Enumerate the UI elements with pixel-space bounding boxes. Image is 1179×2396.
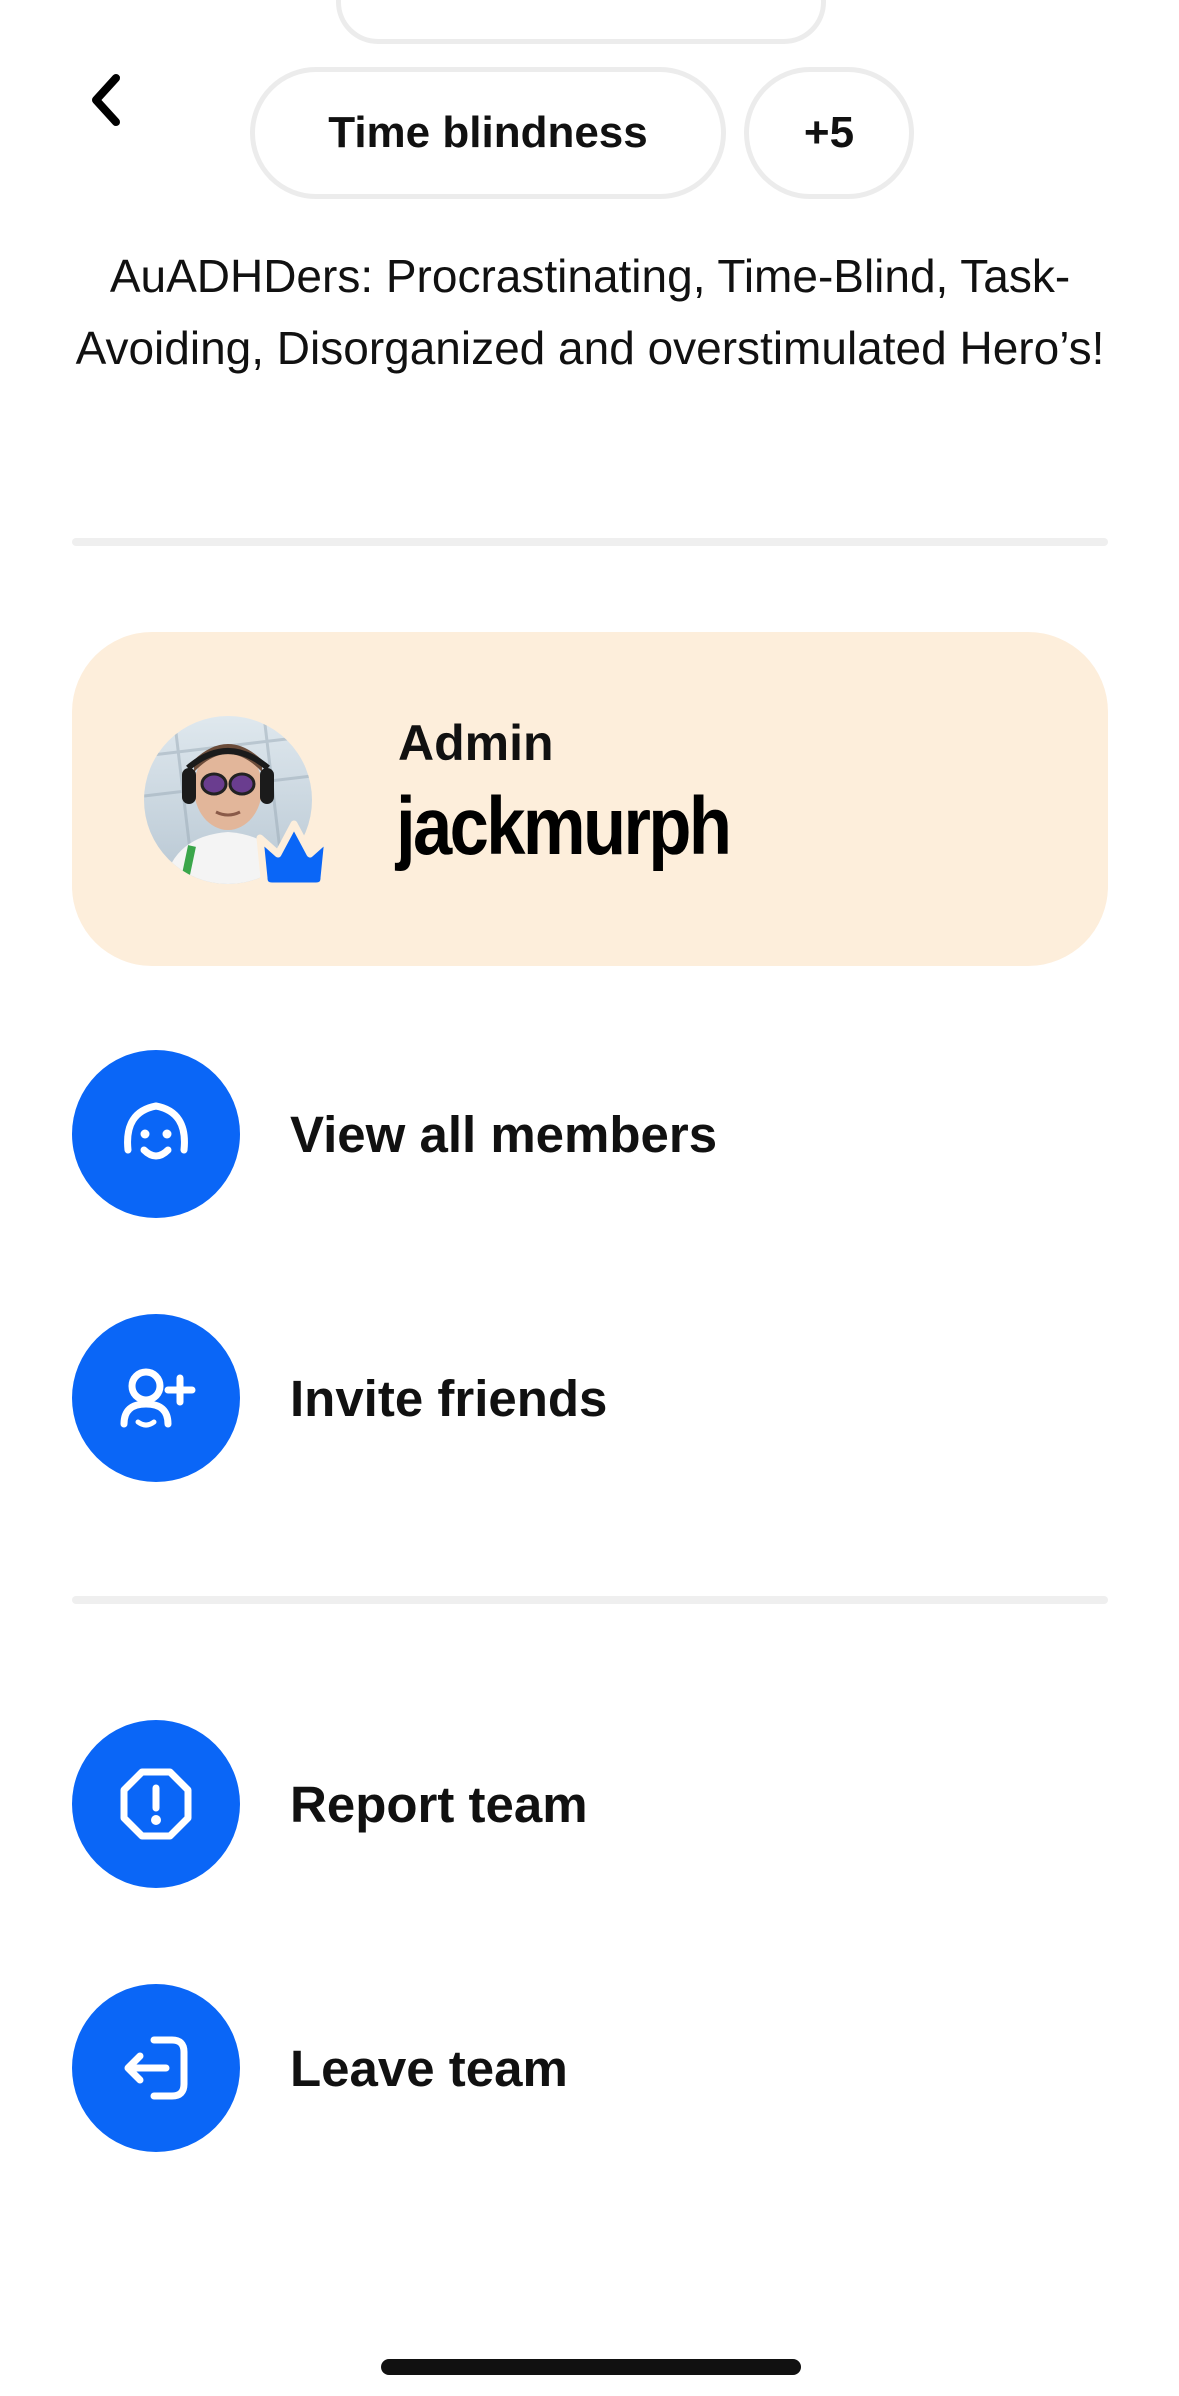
action-label: Report team (290, 1775, 588, 1833)
exit-icon (124, 2036, 188, 2100)
admin-role-label: Admin (398, 715, 554, 771)
divider (72, 538, 1108, 546)
invite-friends-button[interactable]: Invite friends (72, 1314, 1108, 1482)
add-person-icon (120, 1368, 196, 1428)
action-label: Leave team (290, 2039, 568, 2097)
view-members-icon-circle (72, 1050, 240, 1218)
tag-label: Time blindness (328, 108, 648, 157)
back-button[interactable] (78, 64, 134, 136)
admin-card[interactable]: Admin jackmurph (72, 632, 1108, 966)
smile-face-icon (124, 1102, 188, 1160)
leave-team-button[interactable]: Leave team (72, 1984, 1108, 2152)
action-label: View all members (290, 1105, 718, 1163)
team-description: AuADHDers: Procrastinating, Time-Blind, … (75, 250, 1105, 374)
crown-icon (250, 808, 338, 896)
view-all-members-button[interactable]: View all members (72, 1050, 1108, 1218)
invite-icon-circle (72, 1314, 240, 1482)
report-team-button[interactable]: Report team (72, 1720, 1108, 1888)
alert-octagon-icon (120, 1768, 192, 1840)
tag-more-label: +5 (803, 108, 855, 157)
chevron-left-icon (92, 74, 120, 126)
tag-time-blindness[interactable]: Time blindness (250, 67, 726, 199)
admin-username: jackmurph (396, 781, 732, 872)
home-indicator[interactable] (381, 2359, 801, 2375)
action-label: Invite friends (290, 1369, 608, 1427)
tag-more[interactable]: +5 (744, 67, 914, 199)
tag-pill-partial[interactable] (336, 0, 826, 44)
divider (72, 1596, 1108, 1604)
report-icon-circle (72, 1720, 240, 1888)
leave-icon-circle (72, 1984, 240, 2152)
admin-avatar-wrap (144, 716, 334, 906)
